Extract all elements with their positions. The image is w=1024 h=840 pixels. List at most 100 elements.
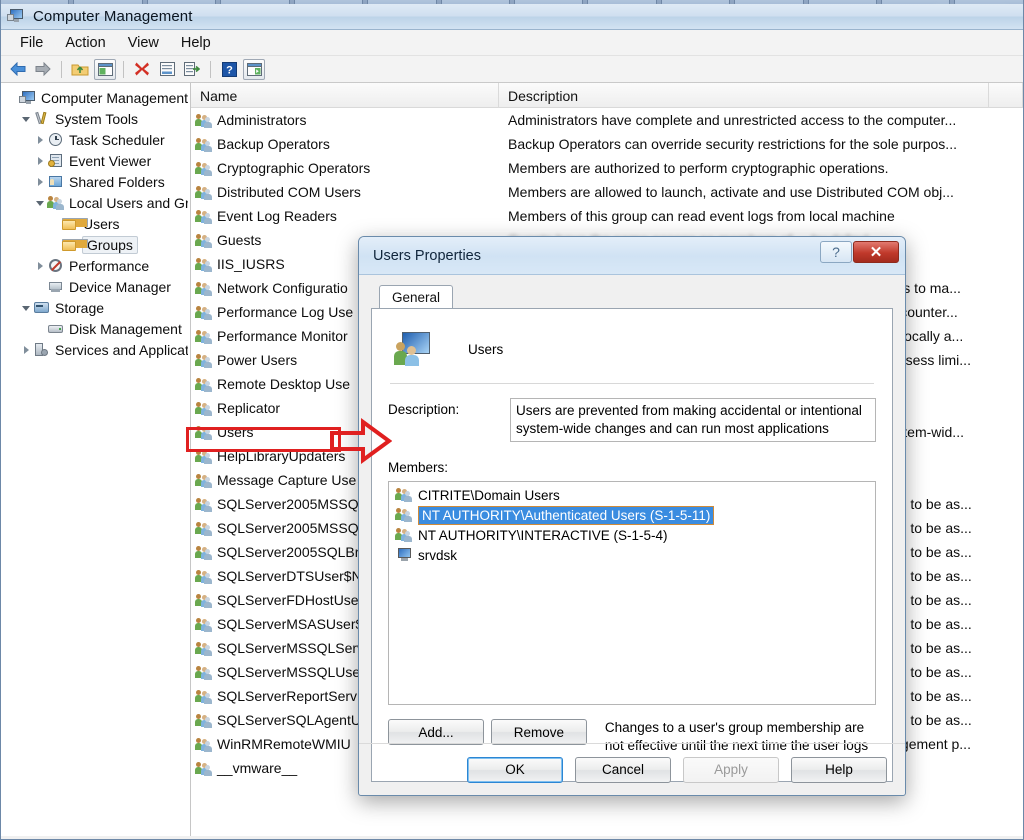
tree-item-event-viewer[interactable]: Event Viewer [1,150,190,171]
menu-view[interactable]: View [117,32,170,54]
tree-item-task-scheduler[interactable]: Task Scheduler [1,129,190,150]
members-label: Members: [388,460,449,475]
cancel-button[interactable]: Cancel [575,756,671,783]
description-field-row: Description: Users are prevented from ma… [388,398,876,442]
group-name-cell[interactable]: Backup Operators [191,136,499,152]
properties-icon[interactable] [156,59,178,80]
table-row[interactable]: Backup Operators Backup Operators can ove… [191,132,1023,156]
group-name-text: SQLServer2005MSSQ [217,520,359,536]
group-icon [195,545,212,560]
chevron-down-icon[interactable] [33,199,47,206]
shared-folders-icon [47,174,65,190]
back-icon[interactable] [7,59,29,80]
toolbar[interactable]: ? [1,56,1023,83]
group-icon [195,473,212,488]
help-button[interactable]: Help [791,756,887,783]
column-header-extra[interactable] [989,83,1023,108]
group-name-text: SQLServer2005SQLBr [217,544,360,560]
group-name-text: SQLServerReportServ [217,688,358,704]
apply-button: Apply [683,756,779,783]
menu-action[interactable]: Action [54,32,116,54]
chevron-down-icon[interactable] [19,115,33,122]
tree-item-device-manager[interactable]: Device Manager [1,276,190,297]
add-button[interactable]: Add... [388,719,484,745]
group-name-cell[interactable]: Distributed COM Users [191,184,499,200]
event-viewer-icon [47,153,65,169]
group-header: Users [388,323,876,375]
list-item[interactable]: NT AUTHORITY\INTERACTIVE (S-1-5-4) [391,525,873,545]
tree-item-system-tools[interactable]: System Tools [1,108,190,129]
chevron-right-icon[interactable] [33,261,47,270]
table-row[interactable]: Event Log Readers Members of this group c… [191,204,1023,228]
menu-help[interactable]: Help [170,32,222,54]
group-icon [195,233,212,248]
list-item[interactable]: CITRITE\Domain Users [391,485,873,505]
tree-item-local-users-and-gr[interactable]: Local Users and Gr [1,192,190,213]
ok-button[interactable]: OK [467,756,563,783]
column-header-description[interactable]: Description [499,83,989,108]
group-description-cell: Members are allowed to launch, activate … [508,184,954,200]
console-tree-pane[interactable]: Computer Management System Tools Task Sche… [1,83,191,836]
list-header[interactable]: Name Description [191,83,1023,108]
chevron-right-icon[interactable] [33,156,47,165]
group-name-cell[interactable]: Administrators [191,112,499,128]
users-properties-dialog[interactable]: Users Properties ? ✕ General Users Descr… [358,236,906,796]
group-name-text: __vmware__ [217,760,298,776]
table-row[interactable]: Cryptographic Operators Members are autho… [191,156,1023,180]
general-tab-page: Users Description: Users are prevented f… [371,308,893,782]
tree-item-performance[interactable]: Performance [1,255,190,276]
menu-bar[interactable]: File Action View Help [1,30,1023,56]
chevron-down-icon[interactable] [19,304,33,311]
member-name: srvdsk [418,547,458,563]
tab-general[interactable]: General [379,285,454,309]
group-name-cell[interactable]: Event Log Readers [191,208,499,224]
tree-item-shared-folders[interactable]: Shared Folders [1,171,190,192]
console-tree[interactable]: Computer Management System Tools Task Sche… [1,87,190,360]
group-icon [195,257,212,272]
table-row[interactable]: Administrators Administrators have comple… [191,108,1023,132]
group-description-cell: Backup Operators can override security r… [508,136,957,152]
system-tools-icon [33,111,51,127]
delete-icon[interactable] [131,59,153,80]
tree-item-services-and-applicat[interactable]: Services and Applicat [1,339,190,360]
dialog-tabstrip[interactable]: General [371,285,893,309]
show-action-pane-icon[interactable] [243,58,265,80]
menu-file[interactable]: File [9,32,54,54]
group-icon [195,593,212,608]
chevron-right-icon[interactable] [33,177,47,186]
dialog-titlebar[interactable]: Users Properties ? ✕ [359,237,905,275]
show-hide-console-tree-icon[interactable] [94,58,116,80]
window-titlebar[interactable]: Computer Management [1,4,1023,30]
tree-item-label: Storage [55,299,105,316]
tree-item-users[interactable]: Users [1,213,190,234]
column-header-name[interactable]: Name [191,83,499,108]
tree-item-label: Performance [69,257,150,274]
help-icon[interactable]: ? [218,59,240,80]
group-icon [195,689,212,704]
tree-item-storage[interactable]: Storage [1,297,190,318]
tree-item-label: Task Scheduler [69,131,165,148]
forward-icon[interactable] [32,59,54,80]
list-item[interactable]: NT AUTHORITY\Authenticated Users (S-1-5-… [391,505,873,525]
dialog-window-controls[interactable]: ? ✕ [820,241,899,263]
up-folder-icon[interactable] [69,59,91,80]
group-icon [195,569,212,584]
group-icon [195,353,212,368]
group-icon [395,507,412,523]
export-list-icon[interactable] [181,59,203,80]
group-name-cell[interactable]: Cryptographic Operators [191,160,499,176]
chevron-right-icon[interactable] [33,135,47,144]
description-input[interactable]: Users are prevented from making accident… [510,398,876,442]
list-item[interactable]: srvdsk [391,545,873,565]
tree-item-disk-management[interactable]: Disk Management [1,318,190,339]
table-row[interactable]: Distributed COM Users Members are allowed… [191,180,1023,204]
tree-item-computer-management[interactable]: Computer Management [1,87,190,108]
members-listbox[interactable]: CITRITE\Domain Users NT AUTHORITY\Authent… [388,481,876,705]
chevron-right-icon[interactable] [19,345,33,354]
tree-item-groups[interactable]: Groups [1,234,190,255]
group-icon [195,617,212,632]
services-icon [33,342,51,358]
help-question-icon[interactable]: ? [820,241,852,263]
remove-button[interactable]: Remove [490,719,587,745]
close-icon[interactable]: ✕ [853,241,899,263]
